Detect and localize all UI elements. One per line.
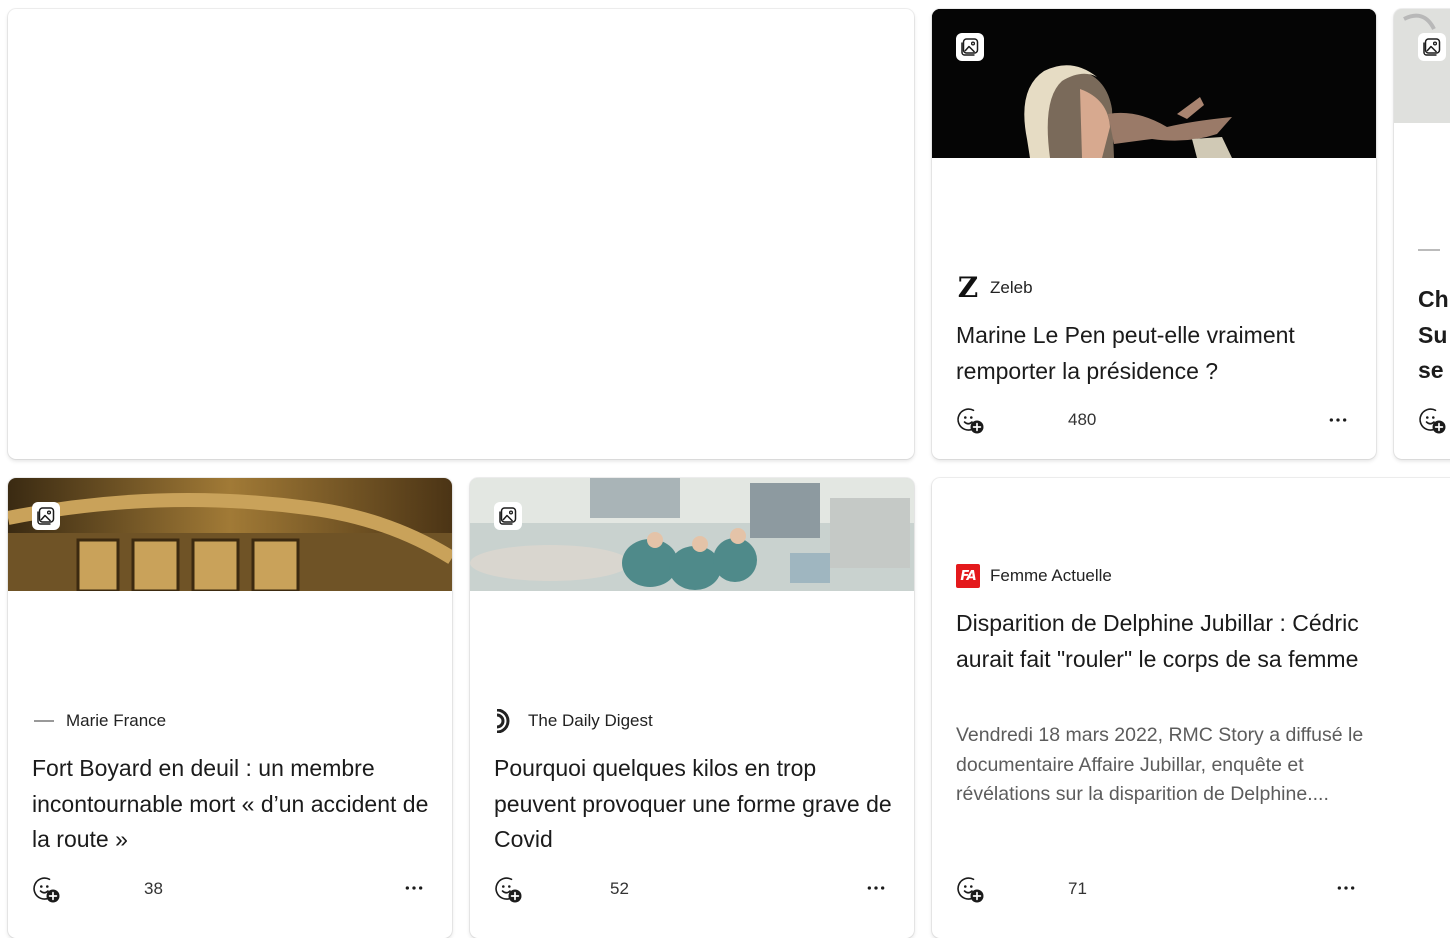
- add-reaction-button[interactable]: [494, 875, 522, 903]
- article-image: [470, 478, 914, 591]
- add-reaction-icon: [32, 875, 60, 903]
- more-options-button[interactable]: [1334, 876, 1358, 900]
- news-card-covid[interactable]: The Daily Digest Pourquoi quelques kilos…: [470, 478, 914, 938]
- source[interactable]: Z Zeleb: [956, 271, 1033, 304]
- image-gallery-badge: [494, 502, 522, 530]
- source[interactable]: FA Femme Actuelle: [956, 564, 1112, 588]
- news-card-partial[interactable]: Ch Su se: [1394, 9, 1450, 459]
- reaction-count: 38: [144, 879, 163, 898]
- image-gallery-badge: [1418, 33, 1446, 61]
- image-gallery-icon: [1422, 37, 1442, 57]
- source-name: Marie France: [66, 711, 167, 730]
- reactions: 71: [956, 875, 1087, 903]
- image-gallery-icon: [36, 506, 56, 526]
- reaction-count: 52: [610, 879, 629, 898]
- image-gallery-icon: [960, 37, 980, 57]
- source-name: Femme Actuelle: [990, 566, 1112, 585]
- add-reaction-button[interactable]: [32, 875, 60, 903]
- add-reaction-button[interactable]: [956, 406, 984, 434]
- reaction-count: 71: [1068, 879, 1087, 898]
- add-reaction-icon: [956, 875, 984, 903]
- image-gallery-badge: [956, 33, 984, 61]
- add-reaction-button[interactable]: [956, 875, 984, 903]
- news-card-fort-boyard[interactable]: Marie France Fort Boyard en deuil : un m…: [8, 478, 452, 938]
- more-icon: [1336, 878, 1356, 898]
- femme-actuelle-logo-icon: FA: [956, 564, 980, 588]
- source-name: Zeleb: [990, 278, 1033, 297]
- image-gallery-badge: [32, 502, 60, 530]
- blank-card: [8, 9, 914, 459]
- more-icon: [1328, 410, 1348, 430]
- source-name: The Daily Digest: [528, 711, 653, 730]
- article-image: [1394, 9, 1450, 123]
- more-options-button[interactable]: [864, 876, 888, 900]
- article-title[interactable]: Marine Le Pen peut-elle vraiment remport…: [956, 318, 1346, 389]
- source[interactable]: The Daily Digest: [494, 709, 653, 733]
- more-options-button[interactable]: [1326, 408, 1350, 432]
- add-reaction-icon: [494, 875, 522, 903]
- source[interactable]: Marie France: [32, 709, 166, 733]
- article-summary: Vendredi 18 mars 2022, RMC Story a diffu…: [956, 724, 1364, 805]
- article-title[interactable]: Ch Su se: [1418, 282, 1450, 389]
- add-reaction-icon: [956, 406, 984, 434]
- image-gallery-icon: [498, 506, 518, 526]
- daily-digest-logo-icon: [494, 709, 518, 733]
- reactions: 480: [956, 406, 1096, 434]
- source-logo-icon: [1418, 249, 1440, 251]
- article-title[interactable]: Disparition de Delphine Jubillar : Cédri…: [956, 606, 1366, 677]
- article-title[interactable]: Fort Boyard en deuil : un membre inconto…: [32, 751, 432, 858]
- more-icon: [404, 878, 424, 898]
- more-icon: [866, 878, 886, 898]
- zeleb-logo-icon: Z: [957, 271, 979, 304]
- more-options-button[interactable]: [402, 876, 426, 900]
- article-image: [8, 478, 452, 591]
- article-title[interactable]: Pourquoi quelques kilos en trop peuvent …: [494, 751, 894, 858]
- news-card-jubillar[interactable]: FA Femme Actuelle Disparition de Delphin…: [932, 478, 1450, 938]
- reactions: 38: [32, 875, 163, 903]
- add-reaction-icon: [1418, 406, 1446, 434]
- add-reaction-button[interactable]: [1418, 406, 1446, 434]
- marie-france-logo-icon: [32, 709, 56, 733]
- news-card-le-pen[interactable]: Z Zeleb Marine Le Pen peut-elle vraiment…: [932, 9, 1376, 459]
- reaction-count: 480: [1068, 410, 1097, 429]
- reactions: 52: [494, 875, 629, 903]
- article-image: [932, 9, 1376, 158]
